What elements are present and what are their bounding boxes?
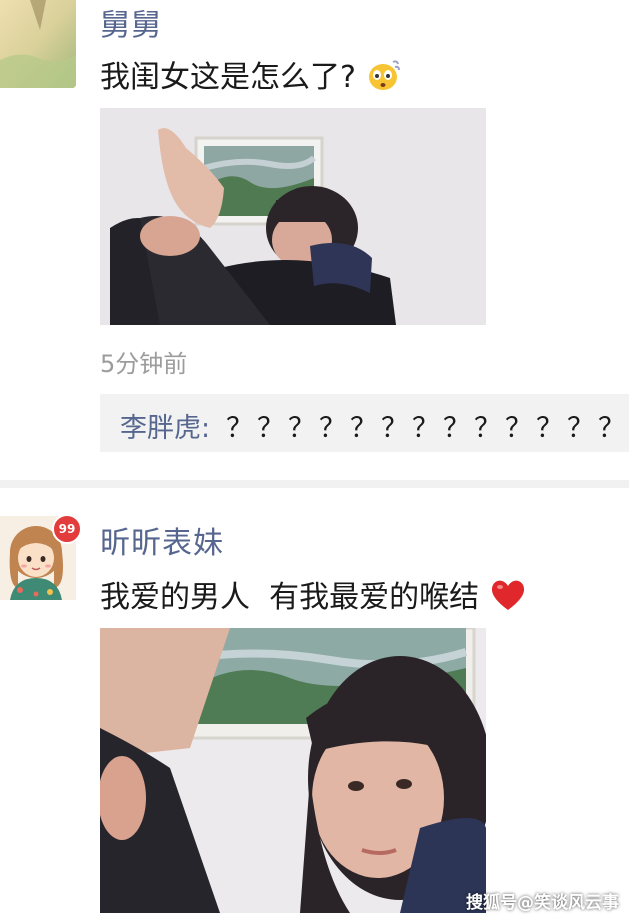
- post-photo[interactable]: [100, 108, 486, 325]
- post-message: 我闺女这是怎么了?: [100, 52, 401, 100]
- post-message: 我爱的男人 有我最爱的喉结: [100, 572, 527, 621]
- landscape-avatar-image: [0, 0, 76, 88]
- red-heart-emoji-icon: [489, 577, 527, 621]
- post-message-text: 我闺女这是怎么了?: [100, 60, 356, 95]
- moment-post: 99 昕昕表妹 我爱的男人 有我最爱的喉结: [0, 490, 629, 921]
- girl-foot-closeup-image: [100, 628, 486, 913]
- post-divider: [0, 480, 629, 488]
- post-message-text: 我爱的男人 有我最爱的喉结: [100, 580, 480, 615]
- post-author-name[interactable]: 舅舅: [100, 0, 162, 44]
- post-photo[interactable]: [100, 628, 486, 913]
- girl-foot-selfie-image: [100, 108, 486, 325]
- comment-box: 李胖虎: ？？？？？？？？？？？？？: [100, 394, 629, 452]
- avatar[interactable]: [0, 0, 76, 88]
- notification-badge: 99: [52, 514, 82, 544]
- comment-author-name[interactable]: 李胖虎:: [120, 406, 210, 445]
- post-author-name[interactable]: 昕昕表妹: [100, 518, 224, 562]
- source-watermark: 搜狐号@笑谈风云事: [466, 893, 619, 913]
- moment-post: 舅舅 我闺女这是怎么了? 5分钟前 李胖虎: ？？？？？？？？？？？？？: [0, 0, 629, 470]
- comment-text: ？？？？？？？？？？？？？: [226, 413, 629, 444]
- post-timestamp: 5分钟前: [100, 350, 188, 378]
- flushed-face-emoji-icon: [365, 58, 401, 100]
- moments-feed: 舅舅 我闺女这是怎么了? 5分钟前 李胖虎: ？？？？？？？？？？？？？ 99 …: [0, 0, 629, 921]
